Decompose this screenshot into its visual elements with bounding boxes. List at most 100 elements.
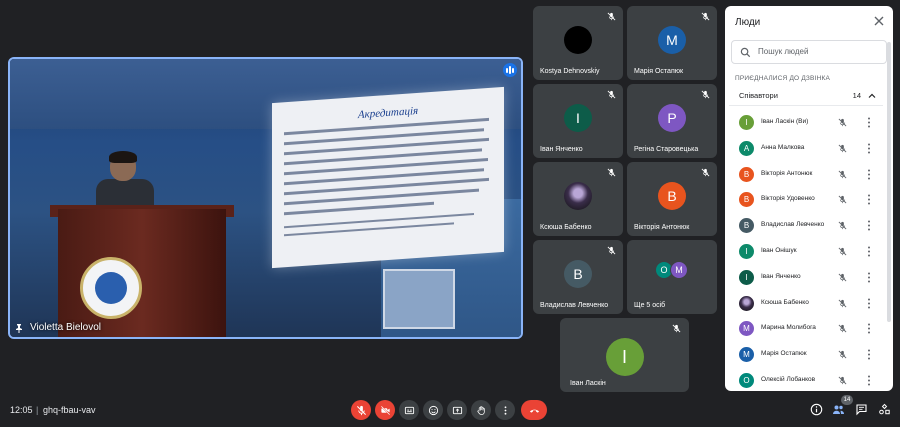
camera-button[interactable] (375, 400, 395, 420)
mic-off-icon (838, 170, 847, 179)
reactions-button[interactable] (423, 400, 443, 420)
participant-row[interactable]: Ксюша Бабенко (725, 291, 887, 317)
pin-icon (16, 323, 22, 333)
presenter-video[interactable]: Акредитація Violetta Bielovol (8, 57, 523, 339)
participant-tile[interactable]: I Іван Янченко (533, 84, 623, 158)
avatar-stack: OM (655, 261, 688, 279)
slide-title: Акредитація (357, 104, 419, 122)
participant-name: Іван Онішук (761, 246, 797, 254)
avatar (564, 26, 592, 54)
mic-off-icon (838, 350, 847, 359)
meeting-code: ghq-fbau-vav (43, 405, 96, 415)
more-vert-icon[interactable] (867, 194, 871, 205)
bottom-bar: 12:05 | ghq-fbau-vav 14 (0, 395, 900, 427)
mic-off-icon (607, 90, 616, 99)
hang-up-icon (529, 409, 539, 413)
mic-off-icon (838, 221, 847, 230)
mic-button[interactable] (351, 400, 371, 420)
captions-icon (404, 406, 414, 414)
avatar: I (564, 104, 592, 132)
participant-row[interactable]: M Марія Остапюк (725, 342, 887, 368)
mic-off-icon (838, 299, 847, 307)
mic-off-icon (701, 90, 710, 99)
avatar: M (739, 347, 754, 363)
present-button[interactable] (447, 400, 467, 420)
participant-row[interactable]: A Анна Малкова (725, 136, 887, 162)
participant-row[interactable]: M Марина Молибога (725, 316, 887, 342)
mic-off-icon (838, 324, 847, 333)
participant-row[interactable]: I Іван Ласкін (Ви) (725, 110, 887, 136)
avatar: I (605, 338, 644, 376)
participant-name: Олексій Лобанков (761, 375, 816, 383)
more-vert-icon[interactable] (867, 220, 871, 231)
more-vert-icon[interactable] (867, 143, 871, 154)
more-vert-icon[interactable] (867, 375, 871, 386)
participant-row[interactable]: I Іван Онішук (725, 239, 887, 265)
avatar: I (739, 115, 754, 130)
mic-off-icon (838, 195, 847, 204)
avatar: I (739, 269, 754, 285)
more-vert-icon (504, 405, 506, 415)
participant-tile[interactable]: Kostya Dehnovskiy (533, 6, 623, 80)
participant-row[interactable]: B Вікторія Антонюк (725, 162, 887, 188)
more-options-button[interactable] (495, 400, 515, 420)
more-vert-icon[interactable] (867, 246, 871, 257)
group-header[interactable]: Співавтори 14 (729, 86, 883, 106)
tile-name: Владислав Левченко (540, 302, 609, 309)
participant-tile[interactable]: B Владислав Левченко (533, 240, 623, 314)
participant-row[interactable]: B Владислав Левченко (725, 213, 887, 239)
search-icon (740, 47, 751, 58)
avatar (739, 295, 754, 311)
panel-title: Люди (735, 17, 761, 28)
info-icon[interactable] (810, 403, 823, 416)
avatar: B (739, 166, 754, 182)
self-tile[interactable]: I Іван Ласкін (560, 318, 689, 392)
participant-row[interactable]: I Іван Янченко (725, 265, 887, 291)
raise-hand-button[interactable] (471, 400, 491, 420)
captions-button[interactable] (399, 400, 419, 420)
speaker (96, 151, 154, 211)
emoji-icon (428, 405, 438, 415)
close-icon[interactable] (873, 15, 885, 27)
more-vert-icon[interactable] (867, 349, 871, 360)
participant-row[interactable]: O Олексій Лобанков (725, 368, 887, 391)
clock: 12:05 (10, 405, 33, 415)
activities-icon[interactable] (878, 403, 891, 416)
more-vert-icon[interactable] (867, 169, 871, 180)
people-icon[interactable] (832, 403, 845, 416)
chat-icon[interactable] (855, 403, 868, 416)
participant-tile[interactable]: B Вікторія Антонюк (627, 162, 717, 236)
more-participants-tile[interactable]: O M Ще 5 осіб (627, 240, 717, 314)
more-vert-icon[interactable] (867, 117, 871, 128)
search-input[interactable]: Пошук людей (731, 40, 887, 64)
camera-off-icon (380, 405, 390, 415)
mic-off-icon (356, 405, 366, 415)
tile-name: Іван Янченко (540, 146, 583, 153)
projector-screen: Акредитація (272, 86, 504, 269)
mic-off-icon (838, 376, 847, 385)
tile-name: Регіна Старовецька (634, 146, 699, 153)
mic-off-icon (672, 324, 681, 333)
avatar: A (739, 140, 754, 156)
mic-off-icon (701, 168, 710, 177)
avatar: I (739, 243, 754, 259)
tile-name: Kostya Dehnovskiy (540, 68, 600, 75)
avatar: B (658, 182, 686, 210)
participant-tile[interactable]: P Регіна Старовецька (627, 84, 717, 158)
participant-row[interactable]: B Вікторія Удовенко (725, 187, 887, 213)
section-heading: ПРИЄДНАЛИСЯ ДО ДЗВІНКА (735, 75, 831, 82)
tile-name: Ще 5 осіб (634, 302, 666, 309)
scrollbar[interactable] (887, 42, 891, 322)
avatar: B (739, 192, 754, 208)
tile-name: Ксюша Бабенко (540, 224, 592, 231)
participant-tile[interactable]: M Марія Остапюк (627, 6, 717, 80)
participant-name: Марина Молибога (761, 324, 816, 332)
avatar: M (739, 321, 754, 337)
people-list: I Іван Ласкін (Ви) A Анна Малкова B Вікторія … (725, 110, 887, 391)
leave-call-button[interactable] (521, 400, 547, 420)
participant-tile[interactable]: Ксюша Бабенко (533, 162, 623, 236)
more-vert-icon[interactable] (867, 272, 871, 283)
more-vert-icon[interactable] (867, 298, 871, 309)
more-vert-icon[interactable] (867, 323, 871, 334)
avatar: B (739, 218, 754, 234)
